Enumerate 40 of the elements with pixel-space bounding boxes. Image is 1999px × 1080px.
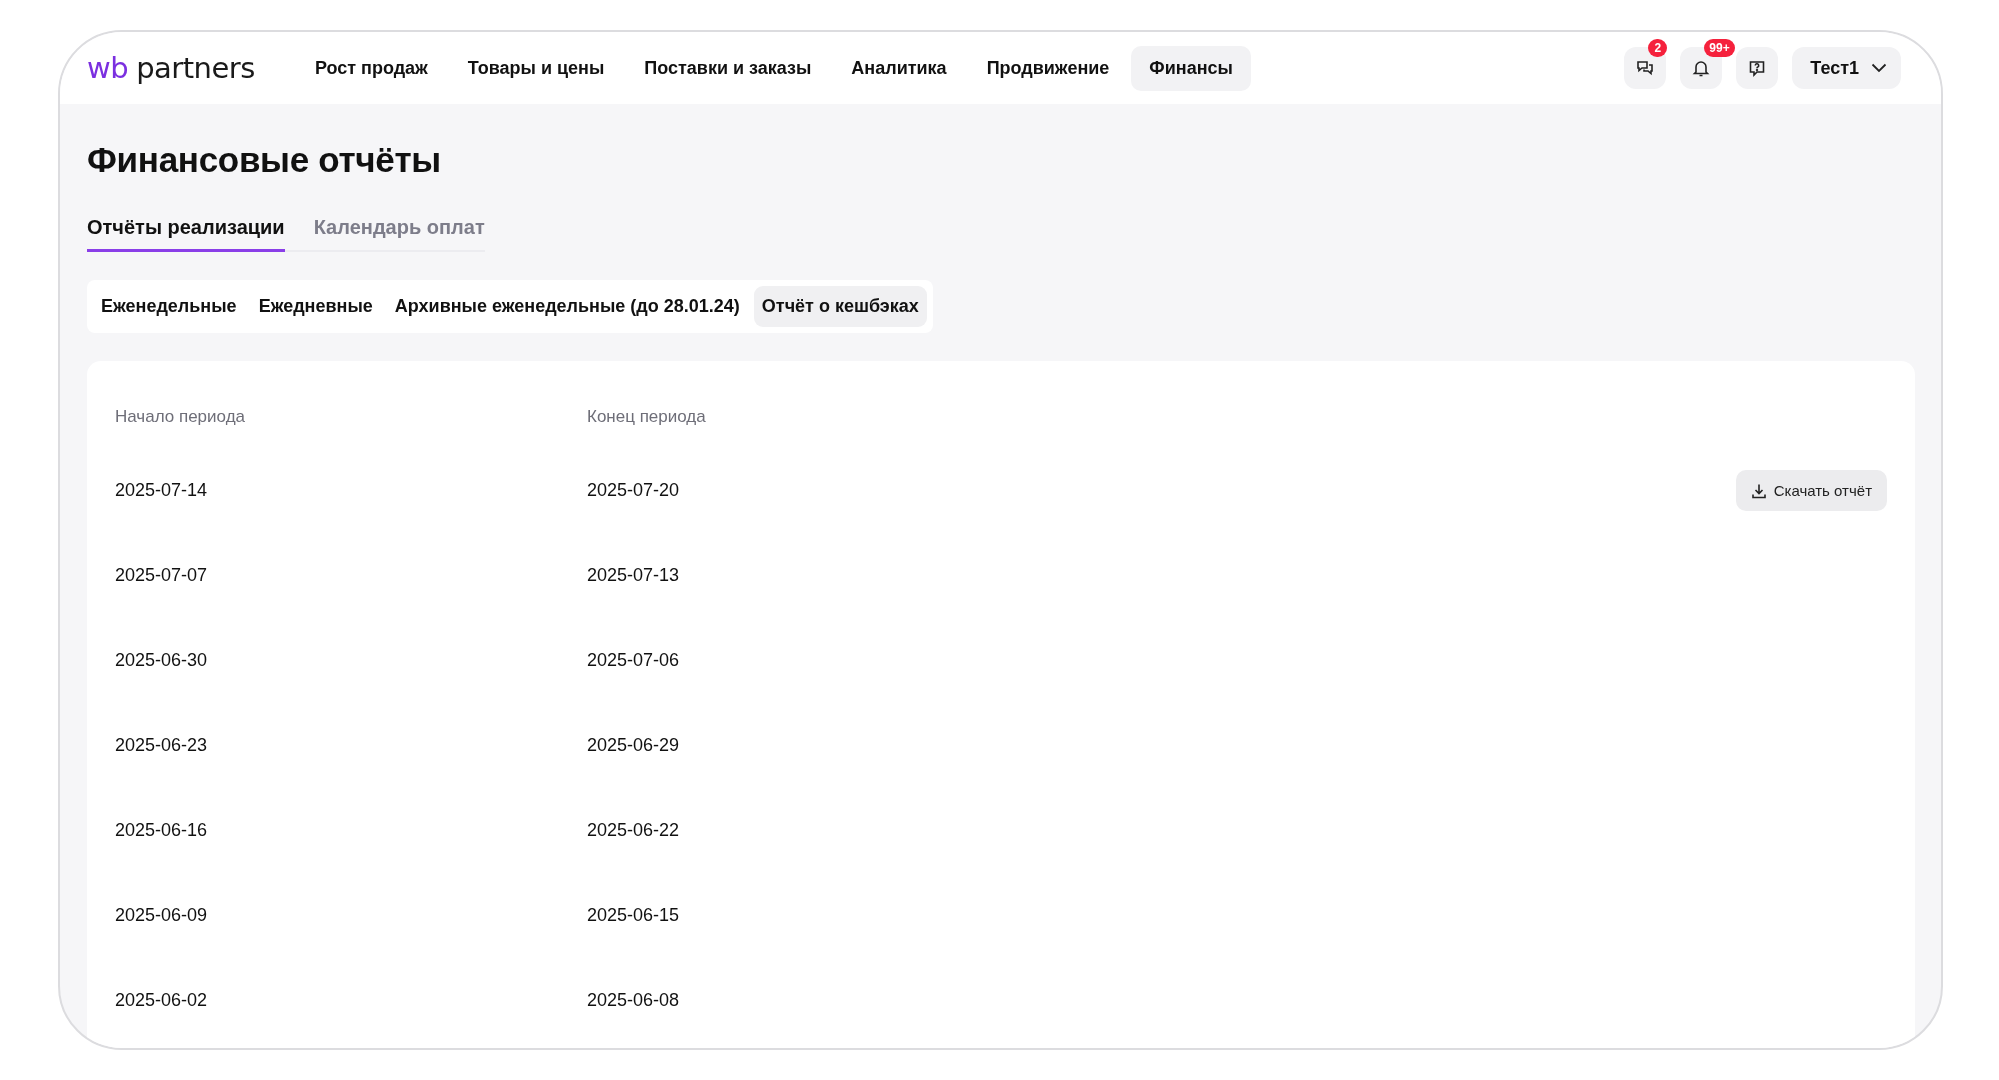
- nav-item[interactable]: Продвижение: [968, 45, 1128, 91]
- table-cell-text: 2025-06-30: [115, 650, 209, 671]
- question-bubble-icon: [1748, 59, 1767, 77]
- segment-tab[interactable]: Еженедельные: [93, 286, 245, 327]
- nav-item[interactable]: Финансы: [1131, 45, 1251, 91]
- help-button[interactable]: [1736, 47, 1779, 89]
- page-title: Финансовые отчёты: [87, 140, 441, 180]
- tab[interactable]: Отчёты реализации: [87, 216, 285, 252]
- chevron-down-icon: [1871, 63, 1887, 73]
- bell-icon: [1692, 59, 1711, 77]
- table-cell-text: 2025-07-20: [587, 480, 681, 501]
- table-cell-text: 2025-06-22: [587, 820, 681, 841]
- table-cell-text: 2025-06-15: [587, 905, 681, 926]
- table-cell-text: 2025-06-09: [115, 905, 209, 926]
- column-header: Конец периода: [587, 406, 707, 427]
- segment-tab[interactable]: Ежедневные: [250, 286, 381, 327]
- account-menu[interactable]: Тест1: [1792, 47, 1901, 89]
- download-icon: [1750, 482, 1767, 499]
- table-cell-text: 2025-07-13: [587, 565, 681, 586]
- count-badge: 2: [1648, 39, 1668, 57]
- segment-tab[interactable]: Архивные еженедельные (до 28.01.24): [386, 286, 748, 327]
- logo[interactable]: wb partners: [87, 51, 255, 85]
- table-cell-text: 2025-07-07: [115, 565, 209, 586]
- table-cell-text: 2025-06-23: [115, 735, 209, 756]
- table-cell-text: 2025-06-29: [587, 735, 681, 756]
- chat-bubbles-icon: [1636, 59, 1655, 77]
- nav-item[interactable]: Поставки и заказы: [626, 45, 830, 91]
- table-cell-text: 2025-07-14: [115, 480, 209, 501]
- tab[interactable]: Календарь оплат: [313, 216, 485, 252]
- nav-item[interactable]: Аналитика: [833, 45, 965, 91]
- download-report-button[interactable]: Скачать отчёт: [1735, 470, 1887, 511]
- column-header: Начало периода: [115, 406, 247, 427]
- table-cell-text: 2025-06-16: [115, 820, 209, 841]
- count-badge: 99+: [1704, 39, 1735, 57]
- nav-item[interactable]: Рост продаж: [296, 45, 446, 91]
- table-cell-text: 2025-06-08: [587, 990, 681, 1011]
- table-cell-text: 2025-06-02: [115, 990, 209, 1011]
- nav-item[interactable]: Товары и цены: [449, 45, 623, 91]
- table-cell-text: 2025-07-06: [587, 650, 681, 671]
- segment-tab[interactable]: Отчёт о кешбэках: [753, 286, 927, 327]
